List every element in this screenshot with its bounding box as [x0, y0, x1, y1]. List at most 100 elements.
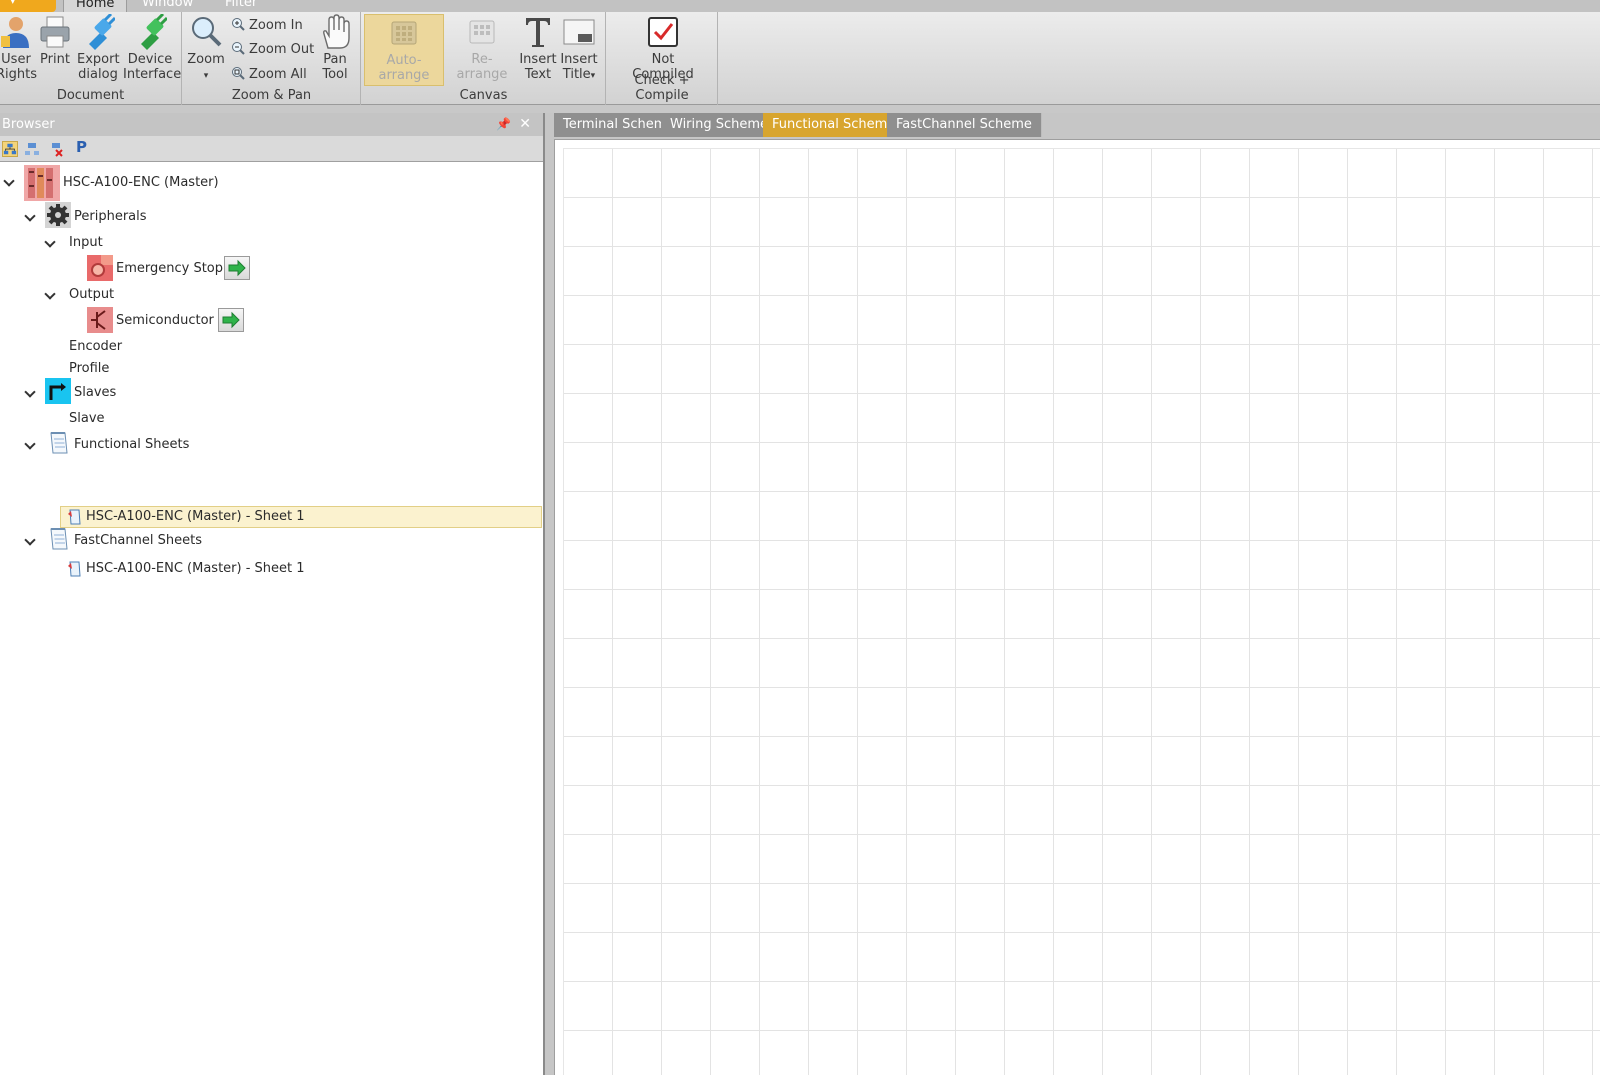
- zoom-pan-group-label: Zoom & Pan: [231, 88, 312, 103]
- sheets-notepad-icon: [50, 528, 68, 550]
- export-dialog-label-1: Export: [77, 52, 120, 67]
- tab-functional-scheme[interactable]: Functional Scheme: [763, 113, 906, 137]
- user-rights-label-2: Rights: [0, 67, 38, 82]
- green-arrow-icon: [222, 311, 240, 329]
- re-arrange-button[interactable]: Re-arrange: [448, 14, 516, 82]
- chevron-down-icon[interactable]: [25, 212, 35, 222]
- zoom-in-button[interactable]: Zoom In: [231, 16, 303, 36]
- tree-node-encoder[interactable]: Encoder: [69, 336, 122, 358]
- ribbon-group-check-compile: Not Compiled Check + Compile: [607, 12, 718, 105]
- user-rights-button[interactable]: User Rights: [0, 14, 38, 82]
- hand-icon: [323, 14, 350, 49]
- grid-rearrange-icon: [469, 20, 495, 44]
- tree-node-fastchannel-sheets[interactable]: FastChannel Sheets: [74, 530, 202, 552]
- chevron-down-icon[interactable]: [4, 177, 14, 187]
- printer-icon: [40, 16, 70, 48]
- browser-title: Browser: [2, 117, 55, 132]
- tree-node-emergency-stop[interactable]: Emergency Stop 1: [116, 258, 235, 280]
- sheets-notepad-icon: [50, 432, 68, 454]
- ribbon-group-canvas: Auto-arrange Re-arrange Insert Text Inse…: [362, 12, 606, 105]
- chevron-down-icon[interactable]: [45, 290, 55, 300]
- app-menu-button[interactable]: ▾: [0, 0, 56, 12]
- tree-node-root[interactable]: HSC-A100-ENC (Master): [63, 172, 219, 194]
- export-dialog-button[interactable]: Export dialog: [77, 14, 120, 82]
- insert-title-label-2: Title: [562, 67, 591, 82]
- hsc-device-icon: [24, 165, 60, 201]
- tree-node-output[interactable]: Output: [69, 284, 114, 306]
- insert-text-label-2: Text: [524, 67, 552, 82]
- insert-text-button[interactable]: Insert Text: [518, 14, 558, 82]
- check-compile-group-label: Check + Compile: [634, 73, 690, 103]
- zoom-in-icon: [232, 18, 245, 31]
- zoom-all-label: Zoom All: [249, 67, 307, 82]
- browser-panel: Browser 📌 ✕ P HSC-A100-ENC (Master) Peri…: [0, 113, 545, 1075]
- pin-icon[interactable]: 📌: [496, 113, 511, 136]
- browser-tree: HSC-A100-ENC (Master) Peripherals Input …: [0, 162, 543, 1072]
- canvas-grid: [563, 148, 1600, 1075]
- close-icon[interactable]: ✕: [519, 113, 531, 136]
- tree-node-input[interactable]: Input: [69, 232, 103, 254]
- print-button[interactable]: Print: [37, 14, 73, 67]
- ribbon-group-zoom-pan: Zoom ▾ Zoom In Zoom Out Zoom All Pan Too…: [183, 12, 361, 105]
- tree-node-slaves[interactable]: Slaves: [74, 382, 116, 404]
- zoom-in-label: Zoom In: [249, 18, 303, 33]
- chevron-down-icon[interactable]: [25, 536, 35, 546]
- tree-view-icon[interactable]: [2, 141, 18, 157]
- user-rights-label-1: User: [1, 52, 31, 67]
- chevron-down-icon[interactable]: [25, 440, 35, 450]
- device-interface-label-2: Interface: [123, 67, 182, 82]
- emergency-stop-icon: [87, 255, 113, 281]
- tree-node-functional-sheets[interactable]: Functional Sheets: [74, 434, 189, 456]
- properties-p-button[interactable]: P: [76, 138, 87, 156]
- tree-node-functional-sheet-1[interactable]: HSC-A100-ENC (Master) - Sheet 1: [86, 506, 305, 528]
- print-label: Print: [40, 52, 70, 67]
- go-to-semiconductor-button[interactable]: [218, 308, 244, 332]
- network-view-icon[interactable]: [24, 141, 40, 157]
- semiconductor-icon: [87, 307, 113, 333]
- tree-node-peripherals[interactable]: Peripherals: [74, 206, 147, 228]
- slaves-connection-icon: [45, 378, 71, 404]
- tab-wiring-scheme[interactable]: Wiring Scheme: [661, 113, 779, 137]
- canvas-group-label: Canvas: [459, 88, 508, 103]
- browser-header: Browser 📌 ✕: [0, 113, 543, 136]
- tab-fastchannel-scheme[interactable]: FastChannel Scheme: [887, 113, 1042, 137]
- magnifier-icon: [192, 17, 222, 47]
- insert-text-label-1: Insert: [519, 52, 557, 67]
- export-dialog-label-2: dialog: [78, 67, 118, 82]
- pan-tool-button[interactable]: Pan Tool: [318, 14, 352, 82]
- zoom-all-button[interactable]: Zoom All: [231, 65, 307, 85]
- ribbon-group-document: User Rights Print Export dialog Device I…: [0, 12, 182, 105]
- browser-toolbar: P: [0, 136, 543, 162]
- tree-node-slave[interactable]: Slave: [69, 408, 105, 430]
- zoom-all-icon: [232, 67, 245, 80]
- device-plug-icon: [141, 14, 167, 50]
- device-interface-label-1: Device: [127, 52, 173, 67]
- zoom-label: Zoom: [187, 52, 225, 67]
- user-rights-icon: [1, 17, 29, 48]
- device-interface-button[interactable]: Device Interface: [123, 14, 181, 82]
- chevron-down-icon[interactable]: [25, 388, 35, 398]
- compile-status-button[interactable]: Not Compiled: [621, 14, 705, 82]
- text-t-icon: [526, 18, 550, 47]
- document-tabs: Terminal Scheme Wiring Scheme Functional…: [545, 113, 1600, 137]
- tree-node-profile[interactable]: Profile: [69, 358, 109, 380]
- pan-tool-label-1: Pan: [323, 52, 347, 67]
- sheet-icon: [68, 561, 81, 577]
- scheme-canvas[interactable]: [554, 139, 1600, 1075]
- tree-node-fastchannel-sheet-1[interactable]: HSC-A100-ENC (Master) - Sheet 1: [86, 558, 305, 580]
- tree-node-semiconductor[interactable]: Semiconductor 1: [116, 310, 226, 332]
- remove-node-icon[interactable]: [48, 141, 64, 157]
- go-to-emergency-stop-button[interactable]: [224, 256, 250, 280]
- zoom-dropdown-icon: ▾: [203, 71, 209, 81]
- sheet-icon: [68, 509, 81, 525]
- zoom-out-label: Zoom Out: [249, 42, 315, 57]
- insert-title-label-1: Insert: [560, 52, 598, 67]
- chevron-down-icon[interactable]: [45, 238, 55, 248]
- insert-title-button[interactable]: Insert Title▾: [559, 14, 599, 84]
- zoom-button[interactable]: Zoom ▾: [186, 14, 226, 84]
- auto-arrange-button[interactable]: Auto-arrange: [364, 14, 444, 86]
- zoom-out-button[interactable]: Zoom Out: [231, 40, 314, 60]
- export-plug-icon: [89, 14, 115, 50]
- insert-title-dropdown-icon: ▾: [590, 71, 596, 81]
- gear-icon: [45, 202, 71, 228]
